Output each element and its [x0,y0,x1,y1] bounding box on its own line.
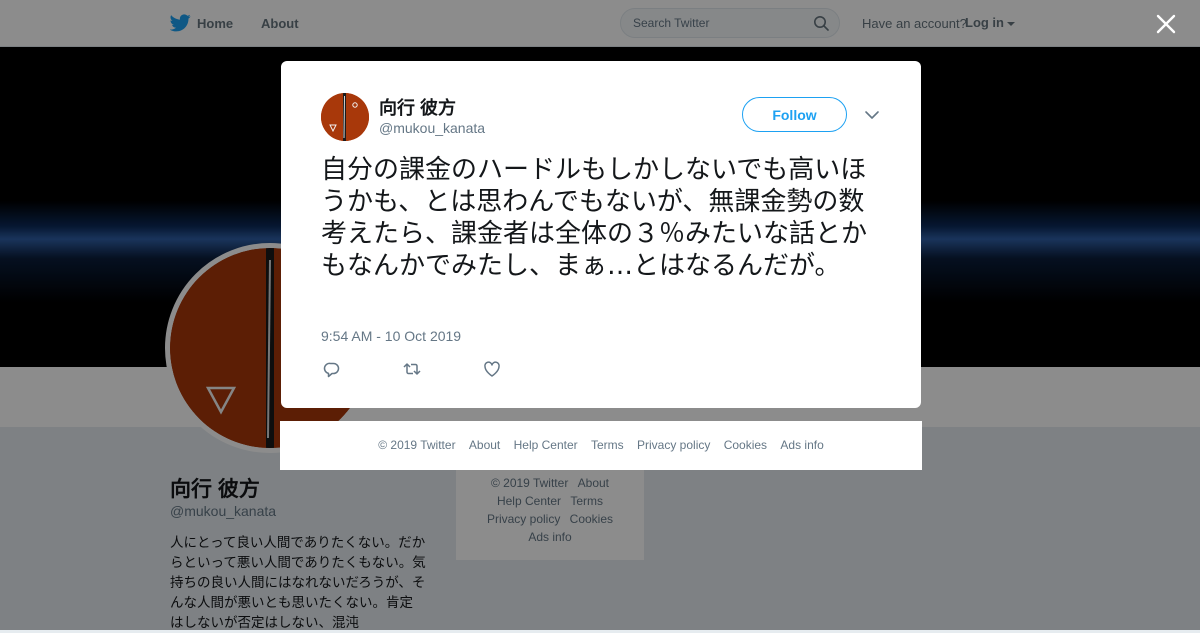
avatar-art [321,93,369,141]
tweet-author-handle[interactable]: @mukou_kanata [379,120,485,136]
like-icon[interactable] [483,360,501,378]
close-icon[interactable] [1156,14,1176,34]
footer-link-privacy[interactable]: Privacy policy [637,438,710,452]
tweet-modal: 向行 彼方 @mukou_kanata Follow 自分の課金のハードルもしか… [281,61,921,408]
footer-link-help-center[interactable]: Help Center [514,438,578,452]
footer-link-cookies[interactable]: Cookies [724,438,767,452]
reply-icon[interactable] [323,360,341,378]
chevron-down-icon[interactable] [864,108,880,122]
follow-button[interactable]: Follow [742,97,847,132]
tweet-timestamp[interactable]: 9:54 AM - 10 Oct 2019 [321,328,461,344]
footer-link-copyright[interactable]: © 2019 Twitter [378,438,455,452]
tweet-author-avatar[interactable] [321,93,369,141]
retweet-icon[interactable] [403,360,421,378]
footer-link-terms[interactable]: Terms [591,438,624,452]
footer-link-about[interactable]: About [469,438,500,452]
footer-link-ads-info[interactable]: Ads info [780,438,823,452]
tweet-text: 自分の課金のハードルもしかしないでも高いほうかも、とは思わんでもないが、無課金勢… [321,155,868,281]
tweet-author-name[interactable]: 向行 彼方 [379,94,456,120]
modal-footer: © 2019 Twitter About Help Center Terms P… [280,421,922,470]
